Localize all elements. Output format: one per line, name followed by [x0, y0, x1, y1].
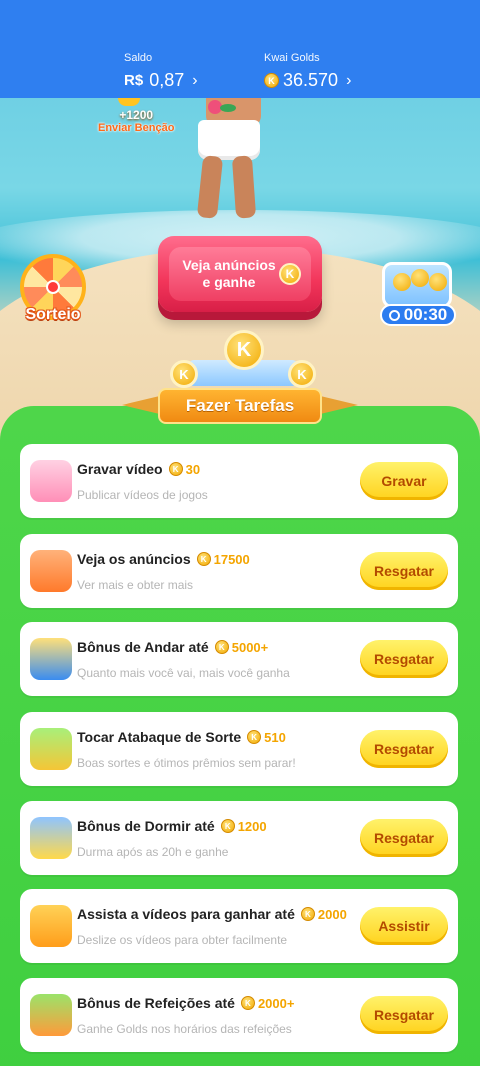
- task-reward: 510: [264, 729, 286, 745]
- sorteio-button[interactable]: Sorteio: [16, 254, 90, 328]
- gold-sack-icon: [118, 98, 140, 106]
- gold-coin-icon: K: [224, 330, 264, 370]
- video-camera-icon: [30, 905, 72, 947]
- send-blessing[interactable]: +1200 Enviar Benção: [98, 98, 174, 134]
- saldo-label: Saldo: [124, 52, 153, 64]
- task-card: Bônus de Dormir até K 1200 Durma após as 2…: [20, 801, 458, 875]
- task-reward: 2000: [317, 906, 347, 922]
- task-subtitle: Quanto mais você vai, mais você ganha: [77, 666, 290, 680]
- gold-coin-icon: K: [214, 640, 229, 654]
- task-action-button[interactable]: Assistir: [360, 907, 448, 945]
- character-leg-right: [231, 155, 257, 219]
- task-title: Bônus de Refeições até: [77, 995, 235, 1011]
- gold-coin-icon: K: [264, 73, 279, 88]
- task-reward: 1200: [237, 818, 267, 834]
- gold-coin-icon: K: [196, 552, 211, 566]
- task-reward: 30: [185, 461, 201, 477]
- task-title: Assista a vídeos para ganhar até: [77, 906, 295, 922]
- task-card: Bônus de Refeições até K 2000+ Ganhe Golds…: [20, 978, 458, 1052]
- character-shorts: [198, 120, 260, 160]
- tv-ad-icon: [30, 550, 72, 592]
- gold-coin-icon: K: [168, 462, 183, 476]
- timed-chest-button[interactable]: 00:30: [380, 262, 456, 328]
- saldo-value: 0,87: [149, 70, 185, 90]
- golds-label: Kwai Golds: [264, 52, 320, 64]
- clock-icon: [388, 309, 400, 321]
- leaf-icon: [220, 104, 236, 112]
- task-subtitle: Durma após as 20h e ganhe: [77, 845, 229, 859]
- coin-cluster-icon: K K K: [168, 330, 318, 390]
- task-action-button[interactable]: Gravar: [360, 462, 448, 500]
- task-subtitle: Ganhe Golds nos horários das refeições: [77, 1022, 292, 1036]
- coin-chest-icon: [382, 262, 452, 308]
- gold-coin-icon: K: [240, 996, 255, 1010]
- task-title: Bônus de Andar até: [77, 639, 209, 655]
- task-card: Gravar vídeo K 30 Publicar vídeos de jogos…: [20, 444, 458, 518]
- gold-coin-icon: K: [220, 819, 235, 833]
- meal-box-icon: [30, 994, 72, 1036]
- task-card: Assista a vídeos para ganhar até K 2000 De…: [20, 889, 458, 963]
- watch-ads-label: Veja anúncios e ganhe: [182, 257, 276, 290]
- saldo-balance[interactable]: Saldo R$ 0,87 ›: [124, 52, 198, 91]
- blessing-label: Enviar Benção: [98, 122, 175, 134]
- task-title: Gravar vídeo: [77, 461, 163, 477]
- gold-coin-icon: K: [300, 907, 315, 921]
- task-title: Bônus de Dormir até: [77, 818, 215, 834]
- task-card: Bônus de Andar até K 5000+ Quanto mais voc…: [20, 622, 458, 696]
- blessing-amount: +1200: [119, 108, 154, 122]
- task-subtitle: Boas sortes e ótimos prêmios sem parar!: [77, 756, 296, 770]
- watch-ads-button-face: Veja anúncios e ganhe K: [169, 247, 311, 301]
- timer-value: 00:30: [403, 305, 448, 324]
- task-action-button[interactable]: Resgatar: [360, 552, 448, 590]
- chevron-right-icon: ›: [346, 71, 352, 89]
- task-subtitle: Ver mais e obter mais: [77, 578, 194, 592]
- task-action-button[interactable]: Resgatar: [360, 819, 448, 857]
- moon-sleep-icon: [30, 817, 72, 859]
- character-leg-left: [196, 155, 224, 219]
- gold-coin-icon: [429, 273, 447, 291]
- golds-value: 36.570: [283, 70, 339, 90]
- golds-balance[interactable]: Kwai Golds K 36.570 ›: [264, 52, 351, 91]
- task-reward: 5000+: [231, 639, 269, 655]
- task-subtitle: Publicar vídeos de jogos: [77, 488, 208, 502]
- balance-bar: Saldo R$ 0,87 › Kwai Golds K 36.570 ›: [0, 0, 480, 98]
- chevron-right-icon: ›: [192, 71, 198, 89]
- task-title: Veja os anúncios: [77, 551, 191, 567]
- watch-ads-button[interactable]: Veja anúncios e ganhe K: [158, 236, 322, 312]
- task-card: Veja os anúncios K 17500 Ver mais e obter …: [20, 534, 458, 608]
- gold-coin-icon: K: [247, 730, 262, 744]
- drum-icon: [30, 728, 72, 770]
- walking-boy-icon: [30, 638, 72, 680]
- tasks-ribbon: Fazer Tarefas: [118, 384, 362, 428]
- gold-coin-icon: [393, 273, 411, 291]
- task-action-button[interactable]: Resgatar: [360, 640, 448, 678]
- tasks-header: Fazer Tarefas: [158, 388, 322, 424]
- gold-coin-icon: K: [279, 263, 301, 285]
- character-figure: [186, 98, 286, 219]
- task-action-button[interactable]: Resgatar: [360, 730, 448, 768]
- gold-coin-icon: [411, 269, 429, 287]
- task-subtitle: Deslize os vídeos para obter facilmente: [77, 933, 288, 947]
- task-reward: 17500: [213, 551, 250, 567]
- task-action-button[interactable]: Resgatar: [360, 996, 448, 1034]
- record-video-icon: [30, 460, 72, 502]
- task-reward: 2000+: [257, 995, 295, 1011]
- task-title: Tocar Atabaque de Sorte: [77, 729, 242, 745]
- task-card: Tocar Atabaque de Sorte K 510 Boas sortes …: [20, 712, 458, 786]
- wheel-hub: [46, 280, 60, 294]
- sorteio-label: Sorteio: [25, 306, 81, 323]
- timer-pill: 00:30: [380, 304, 456, 326]
- currency-symbol: R$: [124, 72, 144, 89]
